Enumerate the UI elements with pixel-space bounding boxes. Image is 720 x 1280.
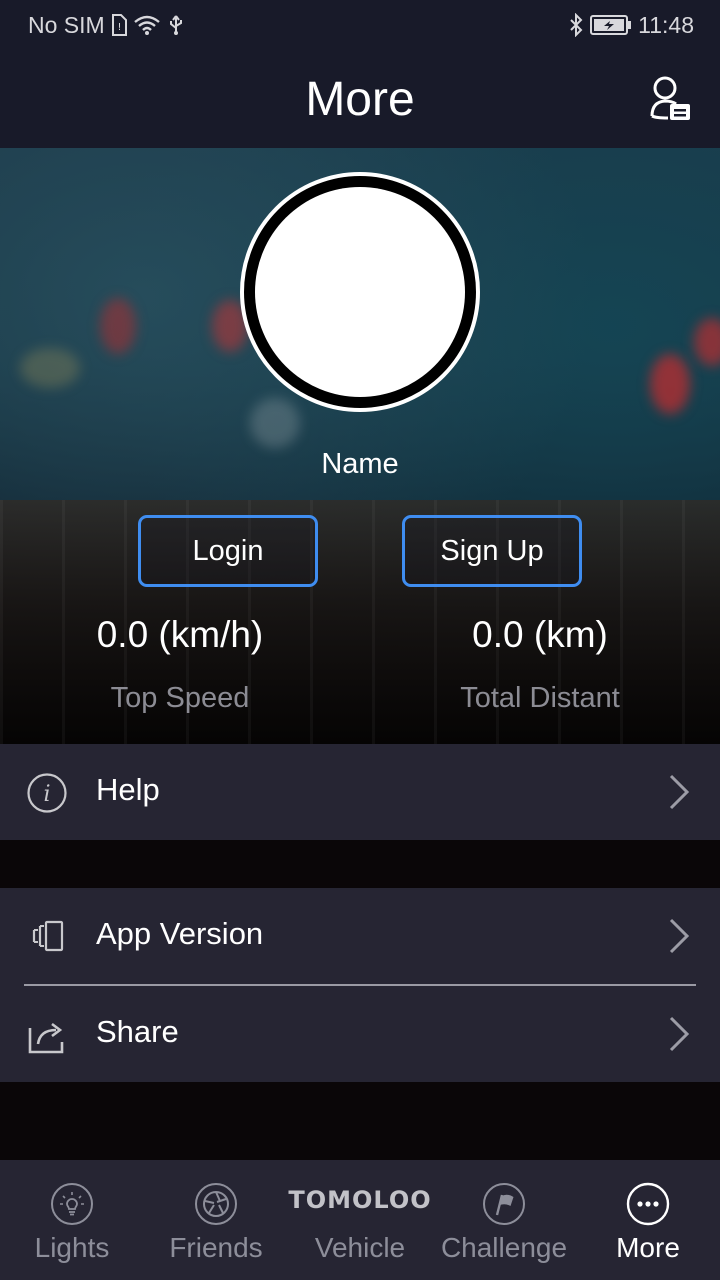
usb-icon [167, 14, 185, 36]
flag-icon [483, 1183, 525, 1225]
avatar [255, 187, 465, 397]
menu-group-help: i Help [0, 744, 720, 840]
status-bar: No SIM ! 11:48 [0, 0, 720, 50]
aperture-icon [195, 1183, 237, 1225]
info-icon: i [27, 773, 67, 813]
menu-item-share[interactable]: Share [0, 986, 720, 1082]
login-button-label: Login [192, 534, 264, 567]
chevron-right-icon [669, 918, 690, 954]
tab-friends[interactable]: Friends [144, 1160, 288, 1280]
chevron-right-icon [669, 774, 690, 810]
chevron-right-icon [669, 1016, 690, 1052]
user-card-button[interactable] [648, 74, 692, 124]
share-icon [28, 1022, 64, 1054]
sim-icon: ! [111, 14, 127, 36]
top-speed-value: 0.0 (km/h) [96, 614, 264, 655]
login-button[interactable]: Login [138, 515, 318, 587]
svg-text:i: i [43, 782, 50, 807]
signup-button-label: Sign Up [440, 534, 544, 567]
user-card-icon [650, 76, 690, 120]
tab-more-label: More [616, 1232, 680, 1263]
tab-challenge-label: Challenge [440, 1232, 568, 1263]
clock-text: 11:48 [638, 11, 694, 38]
carrier-text: No SIM [28, 11, 105, 38]
tab-lights-label: Lights [34, 1232, 110, 1263]
menu-item-share-label: Share [96, 1014, 179, 1049]
tab-challenge[interactable]: Challenge [432, 1160, 576, 1280]
background-bokeh [650, 354, 690, 414]
menu-item-app-version-label: App Version [96, 916, 264, 951]
bottom-tab-bar: Lights Friends TOMOLOO Vehicle Challenge… [0, 1160, 720, 1280]
more-dots-icon [626, 1182, 670, 1226]
header: More [0, 50, 720, 148]
total-distance-label: Total Distant [460, 682, 620, 714]
status-right: 11:48 [568, 12, 694, 39]
tab-vehicle[interactable]: TOMOLOO Vehicle [288, 1160, 432, 1280]
signup-button[interactable]: Sign Up [402, 515, 582, 587]
background-bokeh [20, 348, 80, 388]
menu-item-app-version[interactable]: App Version [0, 888, 720, 984]
tab-friends-label: Friends [169, 1232, 263, 1263]
menu-item-help-label: Help [96, 772, 160, 807]
profile-name: Name [321, 448, 399, 480]
tab-lights[interactable]: Lights [0, 1160, 144, 1280]
background-bokeh [100, 298, 136, 354]
wifi-icon [133, 14, 161, 36]
tomoloo-logo: TOMOLOO [288, 1186, 432, 1214]
page-title: More [305, 73, 415, 126]
bluetooth-icon [568, 13, 584, 37]
battery-icon [590, 14, 632, 36]
avatar-frame[interactable] [240, 172, 480, 412]
menu-group-app: App Version Share [0, 888, 720, 1082]
top-speed-label: Top Speed [110, 682, 250, 714]
tab-vehicle-label: Vehicle [314, 1232, 406, 1263]
svg-text:!: ! [117, 22, 121, 33]
background-bokeh [250, 398, 300, 448]
background-bokeh [694, 318, 720, 366]
total-distance-value: 0.0 (km) [472, 614, 608, 655]
bulb-icon [51, 1183, 93, 1225]
tab-more[interactable]: More [576, 1160, 720, 1280]
menu-item-help[interactable]: i Help [0, 744, 720, 840]
phone-version-icon [32, 920, 64, 952]
status-left: No SIM ! [28, 12, 185, 39]
profile-section: Name Login Sign Up 0.0 (km/h) 0.0 (km) T… [0, 148, 720, 744]
